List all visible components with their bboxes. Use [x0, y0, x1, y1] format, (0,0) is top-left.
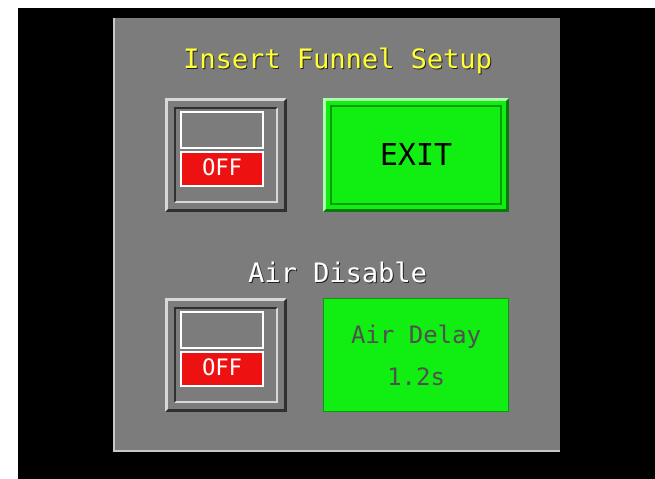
exit-button-label: EXIT [330, 105, 502, 205]
setup-panel: Insert Funnel Setup OFF EXIT Air Disable… [113, 18, 560, 452]
toggle-state-indicator: OFF [180, 151, 264, 187]
toggle-state-indicator: OFF [180, 351, 264, 387]
air-disable-toggle-button[interactable]: OFF [165, 298, 287, 412]
air-delay-value: 1.2s [387, 363, 445, 391]
hmi-screen: Insert Funnel Setup OFF EXIT Air Disable… [18, 8, 655, 479]
exit-button[interactable]: EXIT [323, 98, 509, 212]
air-delay-label: Air Delay [350, 321, 482, 349]
funnel-toggle-button[interactable]: OFF [165, 98, 287, 212]
page-title: Insert Funnel Setup [183, 44, 492, 75]
status-lamp [180, 111, 264, 149]
air-disable-label: Air Disable [248, 258, 427, 289]
air-delay-button[interactable]: Air Delay 1.2s [323, 298, 509, 412]
status-lamp [180, 311, 264, 349]
